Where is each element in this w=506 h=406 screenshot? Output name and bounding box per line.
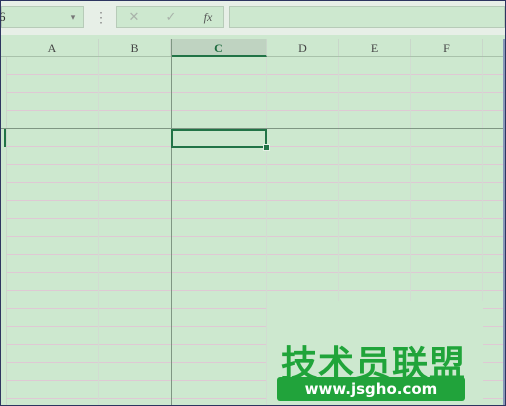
column-header-b[interactable]: B	[99, 39, 171, 56]
name-box-value: 6	[1, 7, 6, 27]
watermark-url: www.jsgho.com	[277, 377, 465, 401]
active-row-indicator	[4, 129, 6, 147]
freeze-pane-vertical[interactable]	[171, 39, 172, 405]
column-header-row: A B C D E F	[1, 39, 505, 57]
enter-icon[interactable]: ✓	[158, 7, 184, 27]
insert-function-button[interactable]: fx	[195, 7, 221, 27]
active-cell[interactable]	[171, 129, 267, 148]
chevron-down-icon[interactable]: ▾	[66, 7, 80, 27]
formula-buttons: ✕ ✓ fx	[116, 6, 224, 28]
column-header-a[interactable]: A	[6, 39, 99, 56]
name-box[interactable]: 6 ▾	[1, 6, 84, 28]
formula-bar: 6 ▾ ⋮ ✕ ✓ fx	[1, 1, 505, 35]
more-options-icon[interactable]: ⋮	[91, 6, 111, 28]
fill-handle[interactable]	[263, 144, 270, 151]
column-header-d[interactable]: D	[267, 39, 339, 56]
formula-input[interactable]	[229, 6, 505, 28]
watermark: 技术员联盟 www.jsgho.com	[267, 301, 483, 405]
cancel-icon[interactable]: ✕	[121, 7, 147, 27]
column-header-e[interactable]: E	[339, 39, 411, 56]
spreadsheet-window: 6 ▾ ⋮ ✕ ✓ fx A B C D E F	[0, 0, 506, 406]
window-edge	[503, 39, 505, 405]
column-header-f[interactable]: F	[411, 39, 483, 56]
row-header-strip[interactable]	[1, 57, 7, 405]
column-gridline	[98, 57, 99, 405]
column-header-c[interactable]: C	[171, 39, 267, 57]
